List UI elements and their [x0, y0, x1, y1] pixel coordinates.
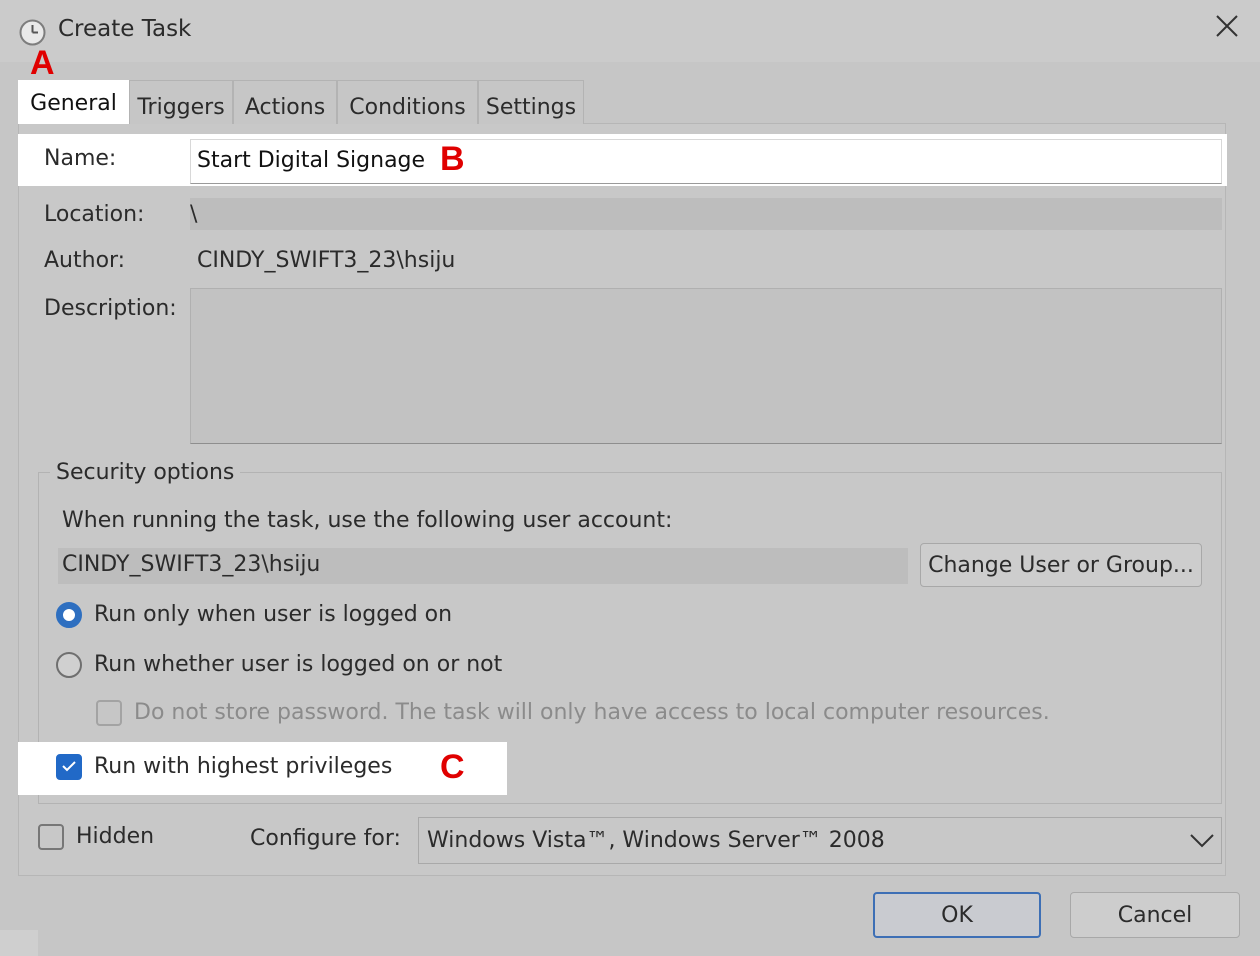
window-title: Create Task [58, 16, 192, 42]
security-options-legend: Security options [50, 460, 241, 485]
hidden-label: Hidden [76, 824, 155, 849]
tab-label: Actions [244, 95, 326, 120]
annotation-marker-c: C [440, 748, 465, 786]
ok-button[interactable]: OK [873, 892, 1041, 938]
radio-run-only-logged-on[interactable] [56, 602, 82, 628]
annotation-marker-b: B [440, 140, 465, 178]
name-input[interactable]: Start Digital Signage [190, 139, 1222, 184]
user-account-value: CINDY_SWIFT3_23\hsiju [62, 552, 321, 577]
tab-label: Triggers [137, 95, 225, 120]
tab-label: Settings [485, 95, 577, 120]
close-button[interactable] [1204, 8, 1250, 48]
tab-triggers[interactable]: Triggers [129, 80, 233, 124]
tab-label: General [30, 91, 117, 116]
cancel-button[interactable]: Cancel [1070, 892, 1240, 938]
annotation-marker-a: A [30, 44, 55, 82]
description-field[interactable] [190, 288, 1222, 444]
radio-run-whether-logged-on[interactable] [56, 652, 82, 678]
configure-for-value: Windows Vista™, Windows Server™ 2008 [427, 828, 885, 853]
change-user-button[interactable]: Change User or Group... [920, 543, 1202, 587]
tab-general[interactable]: General [18, 80, 129, 124]
highest-privileges-checkbox[interactable] [56, 754, 82, 780]
location-label: Location: [44, 202, 145, 227]
tab-settings[interactable]: Settings [478, 80, 584, 124]
tab-label: Conditions [349, 95, 466, 120]
configure-for-select[interactable]: Windows Vista™, Windows Server™ 2008 [418, 817, 1222, 864]
location-field [190, 198, 1222, 230]
author-label: Author: [44, 248, 126, 273]
clock-icon [19, 19, 46, 46]
radio-run-only-logged-on-label: Run only when user is logged on [94, 602, 453, 627]
configure-for-label: Configure for: [250, 826, 401, 851]
checkmark-icon [61, 758, 77, 777]
hidden-checkbox[interactable] [38, 824, 64, 850]
highest-privileges-label: Run with highest privileges [94, 754, 393, 779]
account-prompt: When running the task, use the following… [62, 508, 673, 533]
location-value: \ [190, 202, 198, 227]
chevron-down-icon[interactable] [1188, 828, 1216, 852]
close-icon [1215, 14, 1239, 42]
tab-conditions[interactable]: Conditions [337, 80, 478, 124]
do-not-store-password-label: Do not store password. The task will onl… [134, 700, 1050, 725]
radio-run-whether-logged-on-label: Run whether user is logged on or not [94, 652, 503, 677]
tab-actions[interactable]: Actions [233, 80, 337, 124]
do-not-store-password-checkbox[interactable] [96, 700, 122, 726]
author-value: CINDY_SWIFT3_23\hsiju [197, 248, 456, 273]
description-label: Description: [44, 296, 177, 321]
name-label: Name: [44, 146, 117, 171]
background-patch [0, 930, 38, 956]
